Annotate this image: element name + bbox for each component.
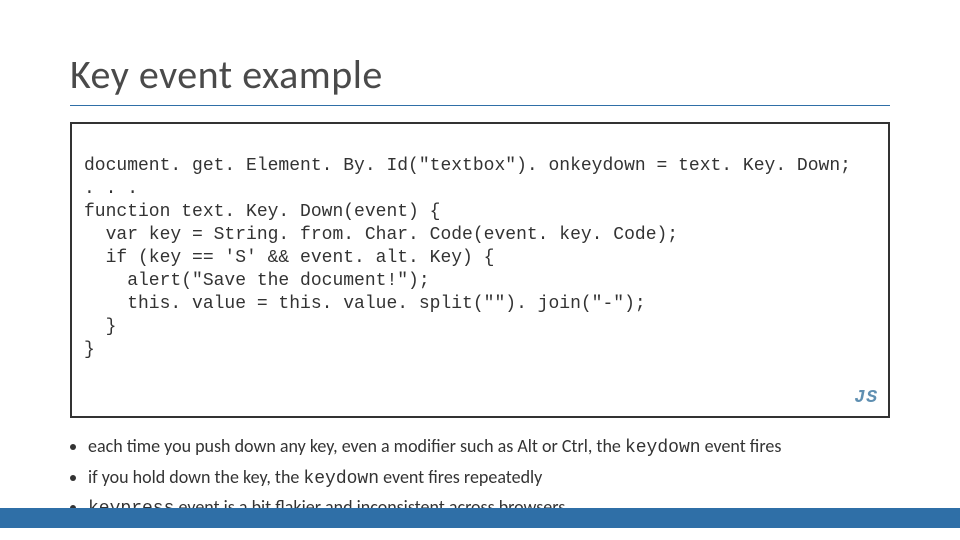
bullet-text: if you hold down the key, the bbox=[88, 466, 303, 488]
inline-code: keydown bbox=[625, 438, 701, 458]
slide-title: Key event example bbox=[70, 50, 890, 106]
slide: Key event example document. get. Element… bbox=[0, 0, 960, 540]
code-line: . . . bbox=[84, 179, 138, 199]
bullet-text: event fires bbox=[701, 435, 782, 457]
footer-bar bbox=[0, 508, 960, 528]
code-line: } bbox=[84, 340, 95, 360]
code-box: document. get. Element. By. Id("textbox"… bbox=[70, 122, 890, 418]
code-line: alert("Save the document!"); bbox=[84, 271, 430, 291]
inline-code: keydown bbox=[303, 469, 379, 489]
list-item: if you hold down the key, the keydown ev… bbox=[88, 465, 890, 491]
code-line: function text. Key. Down(event) { bbox=[84, 202, 440, 222]
list-item: each time you push down any key, even a … bbox=[88, 434, 890, 460]
code-language-tag: JS bbox=[854, 387, 878, 410]
bullet-text: each time you push down any key, even a … bbox=[88, 435, 625, 457]
code-line: if (key == 'S' && event. alt. Key) { bbox=[84, 248, 494, 268]
code-line: var key = String. from. Char. Code(event… bbox=[84, 225, 678, 245]
code-line: document. get. Element. By. Id("textbox"… bbox=[84, 156, 851, 176]
code-line: this. value = this. value. split(""). jo… bbox=[84, 294, 646, 314]
code-line: } bbox=[84, 317, 116, 337]
bullet-text: event fires repeatedly bbox=[379, 466, 542, 488]
